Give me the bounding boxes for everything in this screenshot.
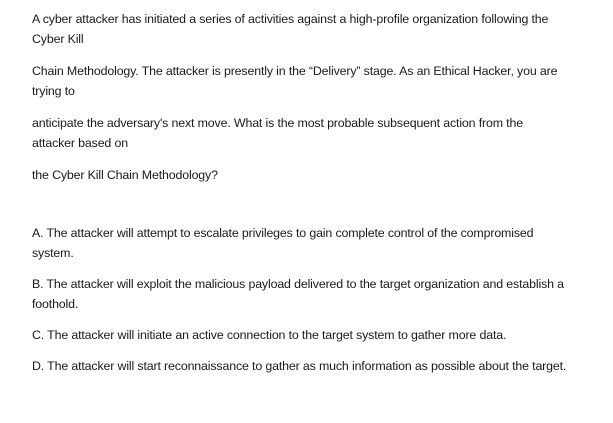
option-d: D. The attacker will start reconnaissanc…: [32, 356, 607, 376]
text-line: the Cyber Kill Chain Methodology?: [32, 168, 218, 182]
question-paragraph-3: anticipate the adversary's next move. Wh…: [32, 113, 607, 153]
answer-options: A. The attacker will attempt to escalate…: [32, 223, 607, 376]
question-paragraph-2: Chain Methodology. The attacker is prese…: [32, 61, 607, 101]
text-line: attacker based on: [32, 136, 128, 150]
option-text-line: system.: [32, 246, 74, 260]
text-line: trying to: [32, 84, 75, 98]
option-text-line: D. The attacker will start reconnaissanc…: [32, 359, 567, 373]
option-a: A. The attacker will attempt to escalate…: [32, 223, 607, 263]
question-paragraph-1: A cyber attacker has initiated a series …: [32, 9, 607, 49]
option-b: B. The attacker will exploit the malicio…: [32, 274, 607, 314]
option-text-line: A. The attacker will attempt to escalate…: [32, 226, 534, 240]
question-paragraph-4: the Cyber Kill Chain Methodology?: [32, 165, 607, 185]
option-text-line: B. The attacker will exploit the malicio…: [32, 277, 564, 291]
option-text-line: foothold.: [32, 297, 79, 311]
option-text-line: C. The attacker will initiate an active …: [32, 328, 507, 342]
text-line: anticipate the adversary's next move. Wh…: [32, 116, 523, 130]
option-c: C. The attacker will initiate an active …: [32, 325, 607, 345]
text-line: Chain Methodology. The attacker is prese…: [32, 64, 558, 78]
document: A cyber attacker has initiated a series …: [32, 9, 607, 376]
question-text: A cyber attacker has initiated a series …: [32, 9, 607, 185]
text-line: A cyber attacker has initiated a series …: [32, 12, 549, 26]
text-line: Cyber Kill: [32, 32, 84, 46]
